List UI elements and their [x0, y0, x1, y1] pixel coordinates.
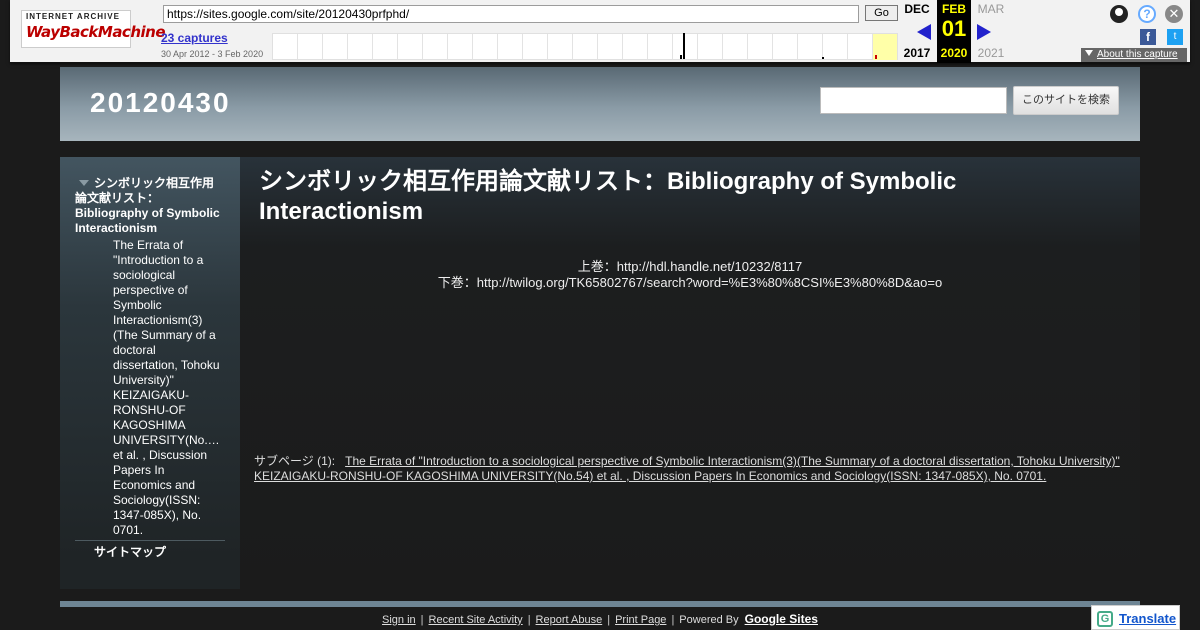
sidebar-item-label: シンボリック相互作用論文献リスト：Bibliography of Symboli… [75, 176, 220, 235]
translate-label: Translate [1119, 611, 1177, 626]
go-button[interactable]: Go [865, 5, 898, 21]
body-line-lower-volume: 下巻：http://twilog.org/TK65802767/search?w… [437, 275, 943, 290]
next-year: 2021 [977, 46, 1005, 60]
report-abuse-link[interactable]: Report Abuse [536, 614, 603, 626]
body-line-upper-volume: 上巻：http://hdl.handle.net/10232/8117 [577, 259, 803, 274]
footer-separator: | [671, 614, 675, 626]
search-button[interactable]: このサイトを検索 [1013, 86, 1119, 115]
prev-month: DEC [904, 2, 930, 16]
logo-top-text: INTERNET ARCHIVE [26, 12, 120, 21]
capture-sparkline[interactable] [272, 33, 898, 60]
sidebar-item-sitemap[interactable]: サイトマップ [94, 543, 166, 560]
footer-bar [60, 601, 1140, 607]
arrow-right-icon[interactable] [977, 24, 991, 40]
sign-in-link[interactable]: Sign in [382, 614, 416, 626]
wayback-toolbar: INTERNET ARCHIVE WayBackMachine Go 23 ca… [10, 0, 1190, 63]
content-panel: シンボリック相互作用論文献リスト：Bibliography of Symboli… [240, 157, 1140, 589]
current-year: 2020 [940, 46, 968, 60]
google-sites-link[interactable]: Google Sites [745, 612, 818, 626]
wayback-logo[interactable]: INTERNET ARCHIVE WayBackMachine [21, 10, 166, 48]
recent-activity-link[interactable]: Recent Site Activity [429, 614, 523, 626]
footer-separator: | [420, 614, 424, 626]
main-area: シンボリック相互作用論文献リスト：Bibliography of Symboli… [60, 157, 1140, 589]
current-month: FEB [942, 2, 966, 16]
url-input[interactable] [163, 5, 859, 23]
sidebar: シンボリック相互作用論文献リスト：Bibliography of Symboli… [60, 157, 240, 589]
about-capture-label: About this capture [1097, 49, 1178, 60]
sidebar-item-bibliography[interactable]: シンボリック相互作用論文献リスト：Bibliography of Symboli… [75, 176, 225, 236]
site-title[interactable]: 20120430 [90, 87, 231, 119]
footer-links: Sign in | Recent Site Activity | Report Abus… [0, 612, 1200, 626]
capture-bar [822, 57, 824, 59]
powered-by-label: Powered By [679, 614, 739, 626]
google-translate-icon: G [1097, 611, 1113, 627]
help-icon[interactable]: ? [1138, 5, 1156, 23]
captures-link[interactable]: 23 captures [161, 31, 228, 45]
user-icon[interactable] [1110, 5, 1128, 23]
translate-button[interactable]: G Translate [1091, 605, 1180, 630]
close-icon[interactable]: ✕ [1165, 5, 1183, 23]
subpage-link[interactable]: The Errata of "Introduction to a sociolo… [254, 454, 1120, 483]
prev-capture[interactable]: DEC 2017 [897, 0, 937, 63]
prev-year: 2017 [903, 46, 931, 60]
current-capture: FEB 01 2020 [937, 0, 971, 63]
facebook-icon[interactable]: f [1140, 29, 1156, 45]
capture-bar [683, 33, 685, 59]
page-title: シンボリック相互作用論文献リスト：Bibliography of Symboli… [259, 168, 957, 225]
site-header: 20120430 このサイトを検索 [60, 67, 1140, 141]
footer-separator: | [527, 614, 531, 626]
subpage-list: サブページ (1): The Errata of "Introduction t… [254, 454, 1134, 484]
next-capture[interactable]: MAR 2021 [971, 0, 1011, 63]
capture-bar [875, 55, 877, 59]
expand-triangle-icon[interactable] [79, 180, 89, 186]
twitter-icon[interactable]: t [1167, 29, 1183, 45]
about-capture-button[interactable]: About this capture [1081, 48, 1187, 62]
chevron-down-icon [1085, 50, 1093, 56]
capture-date-range: 30 Apr 2012 - 3 Feb 2020 [161, 49, 264, 59]
current-day: 01 [941, 16, 967, 41]
arrow-left-icon[interactable] [917, 24, 931, 40]
sidebar-item-errata[interactable]: The Errata of "Introduction to a sociolo… [113, 238, 223, 538]
sidebar-divider [75, 540, 225, 541]
capture-bar [680, 55, 682, 59]
search-input[interactable] [820, 87, 1007, 114]
body-text: 上巻：http://hdl.handle.net/10232/8117 下巻：h… [240, 259, 1140, 291]
footer-separator: | [607, 614, 611, 626]
next-month: MAR [977, 2, 1005, 16]
logo-main-text: WayBackMachine [26, 23, 166, 41]
subpage-label: サブページ (1): [254, 454, 336, 468]
print-page-link[interactable]: Print Page [615, 614, 666, 626]
